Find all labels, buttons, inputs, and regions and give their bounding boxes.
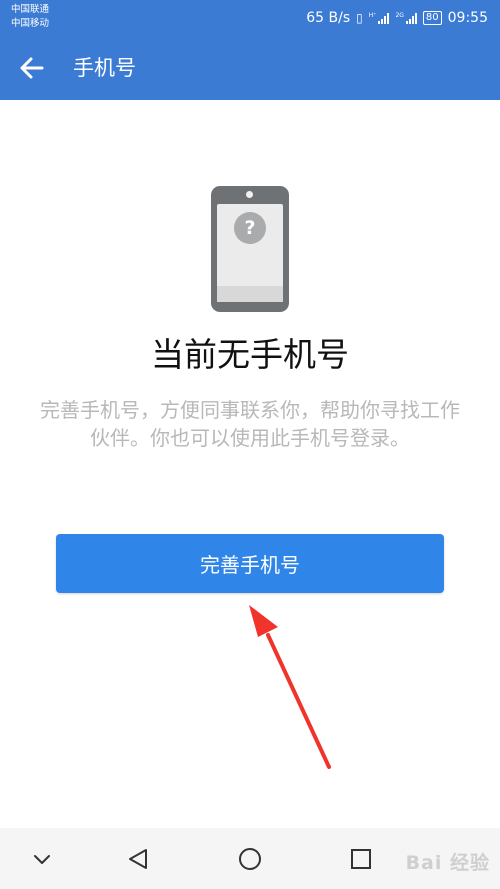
- carrier-info: 中国联通 中国移动: [11, 3, 49, 31]
- square-recent-icon: [351, 849, 371, 869]
- nav-recent-button[interactable]: [345, 843, 377, 875]
- phone-screen-bottom: [217, 286, 283, 302]
- phone-screen: ?: [217, 204, 283, 302]
- watermark: Bai 经验: [405, 852, 490, 874]
- complete-phone-button[interactable]: 完善手机号: [56, 534, 444, 593]
- sim1-type: H⁺: [368, 12, 377, 19]
- back-button[interactable]: [12, 48, 52, 88]
- page-title: 手机号: [73, 56, 136, 80]
- nav-collapse-button[interactable]: [26, 843, 58, 875]
- phone-camera: [246, 191, 253, 198]
- status-indicators: 65 B/s ▯ H⁺ 2G 80 09:55: [306, 8, 488, 28]
- signal-1-icon: H⁺: [369, 12, 390, 24]
- empty-state-title: 当前无手机号: [151, 335, 349, 374]
- arrow-left-icon: [20, 57, 44, 79]
- question-mark-icon: ?: [234, 212, 266, 244]
- carrier-1-label: 中国联通: [11, 4, 50, 15]
- clock: 09:55: [447, 10, 488, 26]
- signal-2-icon: 2G: [395, 12, 417, 24]
- app-bar: 手机号: [0, 36, 500, 100]
- nav-home-button[interactable]: [234, 843, 266, 875]
- status-bar: 中国联通 中国移动 65 B/s ▯ H⁺ 2G 80 09:55: [0, 0, 500, 36]
- vibrate-icon: ▯: [356, 11, 363, 25]
- battery-icon: 80: [422, 11, 442, 25]
- annotation-arrow-icon: [249, 605, 331, 769]
- chevron-down-icon: [34, 855, 50, 864]
- triangle-back-icon: [129, 849, 147, 869]
- nav-back-button[interactable]: [122, 843, 154, 875]
- system-nav-bar: Bai 经验: [0, 828, 500, 889]
- carrier-2-label: 中国移动: [11, 18, 50, 29]
- phone-question-icon: ?: [211, 186, 289, 312]
- circle-home-icon: [239, 848, 261, 870]
- net-speed: 65 B/s: [306, 10, 351, 26]
- sim2-type: 2G: [395, 12, 404, 19]
- empty-state-description: 完善手机号，方便同事联系你，帮助你寻找工作伙伴。你也可以使用此手机号登录。: [40, 398, 460, 450]
